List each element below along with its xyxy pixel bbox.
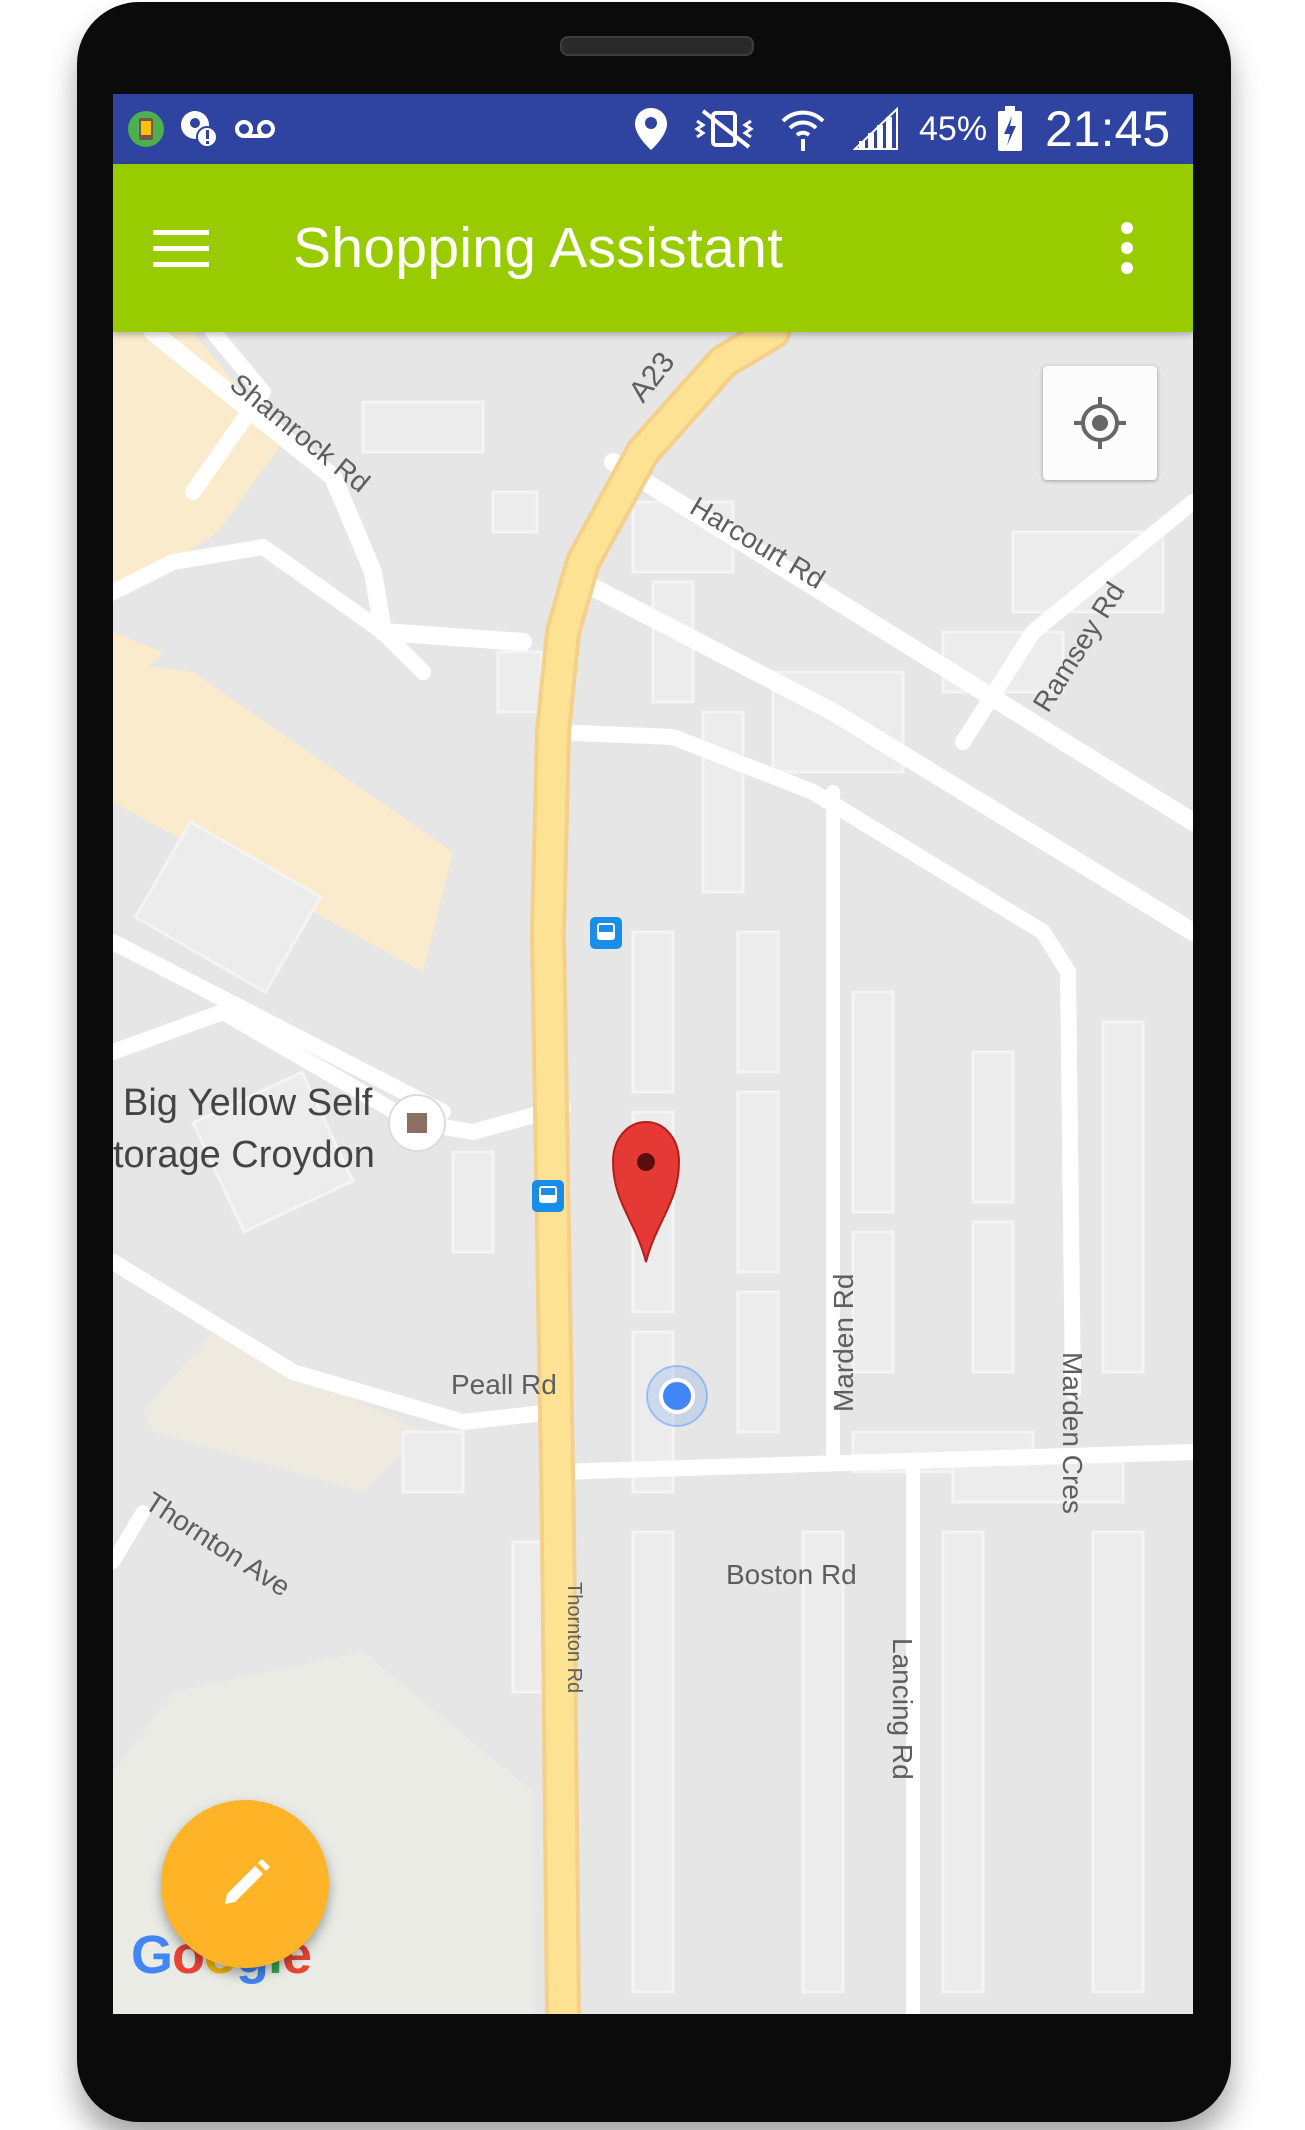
- poi-label-line2: torage Croydon: [113, 1134, 375, 1176]
- app-bar: Shopping Assistant: [113, 164, 1193, 332]
- location-pin-icon: [633, 94, 669, 164]
- screen: 45% 21:45 Shopping Assistant A23 Shamroc…: [113, 94, 1193, 2014]
- map-view[interactable]: A23 Shamrock Rd Harcourt Rd Ramsey Rd Pe…: [113, 314, 1193, 2014]
- clock: 21:45: [1045, 101, 1171, 157]
- my-location-dot-icon: [646, 1365, 708, 1427]
- road-label-marden-rd: Marden Rd: [828, 1273, 859, 1412]
- map-canvas[interactable]: A23 Shamrock Rd Harcourt Rd Ramsey Rd Pe…: [113, 314, 1193, 2014]
- status-bar: 45% 21:45: [113, 94, 1193, 164]
- app-thumbnail-icon: [127, 94, 165, 164]
- bus-stop-icon[interactable]: [590, 917, 622, 949]
- phone-speaker: [560, 36, 754, 56]
- edit-pencil-icon: [225, 1859, 270, 1904]
- poi-self-storage-icon[interactable]: [388, 1094, 446, 1152]
- location-alert-icon: [179, 94, 219, 164]
- road-label-thornton-rd: Thornton Rd: [563, 1582, 585, 1693]
- app-title: Shopping Assistant: [293, 216, 784, 280]
- vibrate-icon: [693, 94, 757, 164]
- road-label-lancing: Lancing Rd: [887, 1638, 918, 1780]
- bus-stop-icon[interactable]: [532, 1180, 564, 1212]
- my-location-icon: [1074, 397, 1126, 449]
- road-label-marden-cres: Marden Cres: [1057, 1352, 1088, 1514]
- road-label-peall: Peall Rd: [451, 1369, 557, 1400]
- poi-label-line1: Big Yellow Self: [123, 1082, 373, 1124]
- road-label-boston: Boston Rd: [726, 1559, 857, 1590]
- more-vertical-icon[interactable]: [1113, 220, 1143, 276]
- wifi-icon: [779, 94, 827, 164]
- voicemail-icon: [233, 94, 277, 164]
- my-location-button[interactable]: [1043, 366, 1157, 480]
- signal-icon: [853, 94, 899, 164]
- edit-fab-button[interactable]: [161, 1800, 329, 1968]
- battery-percent: 45%: [919, 109, 988, 148]
- battery-charging-icon: [997, 94, 1023, 164]
- hamburger-menu-icon[interactable]: [153, 222, 211, 274]
